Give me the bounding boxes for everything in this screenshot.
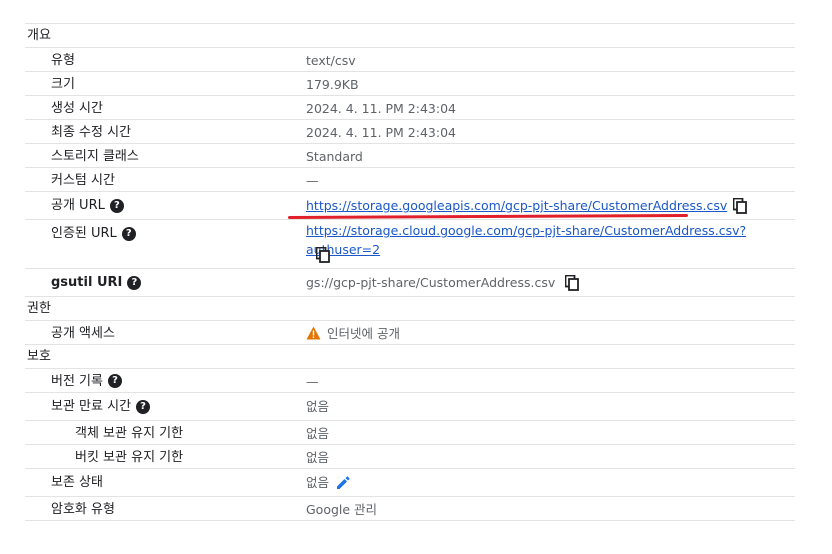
help-circle-icon[interactable]: ? <box>107 374 122 388</box>
row-type: 유형 text/csv <box>25 48 795 72</box>
auth-url-label-wrap: 인증된 URL ? <box>51 220 136 248</box>
help-circle-icon[interactable]: ? <box>109 199 124 213</box>
row-storage-class: 스토리지 클래스 Standard <box>25 144 795 168</box>
object-retention-label: 객체 보관 유지 기한 <box>75 425 184 441</box>
row-custom-time: 커스텀 시간 — <box>25 168 795 192</box>
row-gsutil: gsutil URI ? gs://gcp-pjt-share/Customer… <box>25 269 795 297</box>
modified-value: 2024. 4. 11. PM 2:43:04 <box>306 124 456 140</box>
help-circle-icon[interactable]: ? <box>127 276 142 290</box>
public-access-value-wrap: 인터넷에 공개 <box>306 321 400 345</box>
retention-label: 보관 만료 시간 <box>51 399 132 414</box>
auth-url-value-wrap: https://storage.cloud.google.com/gcp-pjt… <box>306 222 795 260</box>
row-public-access: 공개 액세스 인터넷에 공개 <box>25 321 795 345</box>
copy-icon[interactable] <box>316 247 330 263</box>
created-label: 생성 시간 <box>51 100 103 116</box>
storage-class-label: 스토리지 클래스 <box>51 148 139 164</box>
help-circle-icon[interactable]: ? <box>136 400 151 414</box>
gsutil-value-wrap: gs://gcp-pjt-share/CustomerAddress.csv <box>306 269 580 297</box>
row-auth-url: 인증된 URL ? https://storage.cloud.google.c… <box>25 220 795 269</box>
type-label: 유형 <box>51 52 75 68</box>
section-overview: 개요 <box>25 24 795 48</box>
public-url-label: 공개 URL <box>51 198 105 213</box>
public-access-label: 공개 액세스 <box>51 325 115 341</box>
row-object-retention: 객체 보관 유지 기한 없음 <box>25 421 795 445</box>
size-value: 179.9KB <box>306 76 359 92</box>
custom-time-value: — <box>306 172 319 188</box>
row-modified: 최종 수정 시간 2024. 4. 11. PM 2:43:04 <box>25 120 795 144</box>
row-hold: 보존 상태 없음 <box>25 469 795 497</box>
public-url-label-wrap: 공개 URL ? <box>51 192 124 220</box>
gsutil-label: gsutil URI <box>51 275 123 290</box>
hold-value: 없음 <box>306 475 330 490</box>
row-size: 크기 179.9KB <box>25 72 795 96</box>
version-history-label: 버전 기록 <box>51 373 103 389</box>
encryption-value: Google 관리 <box>306 501 378 517</box>
bucket-retention-label: 버킷 보관 유지 기한 <box>75 449 184 465</box>
retention-value: 없음 <box>306 399 330 414</box>
gsutil-value: gs://gcp-pjt-share/CustomerAddress.csv <box>306 275 556 290</box>
gsutil-label-wrap: gsutil URI ? <box>51 269 142 297</box>
row-retention: 보관 만료 시간 ? 없음 <box>25 393 795 421</box>
pencil-icon[interactable] <box>335 475 351 491</box>
created-value: 2024. 4. 11. PM 2:43:04 <box>306 100 456 116</box>
custom-time-label: 커스텀 시간 <box>51 172 115 188</box>
bucket-retention-value: 없음 <box>306 449 330 465</box>
modified-label: 최종 수정 시간 <box>51 124 132 140</box>
encryption-label: 암호화 유형 <box>51 501 115 517</box>
public-access-value: 인터넷에 공개 <box>327 325 400 341</box>
object-retention-value: 없음 <box>306 425 330 441</box>
auth-url-label: 인증된 URL <box>51 226 117 241</box>
row-bucket-retention: 버킷 보관 유지 기한 없음 <box>25 445 795 469</box>
warning-triangle-icon <box>306 326 321 340</box>
hold-value-wrap: 없음 <box>306 469 351 497</box>
help-circle-icon[interactable]: ? <box>121 227 136 241</box>
section-protection: 보호 <box>25 345 795 369</box>
retention-label-wrap: 보관 만료 시간 ? <box>51 393 151 421</box>
auth-url-link[interactable]: https://storage.cloud.google.com/gcp-pjt… <box>306 223 746 257</box>
copy-icon[interactable] <box>733 198 748 214</box>
version-history-value: — <box>306 373 319 389</box>
row-version-history: 버전 기록 ? — <box>25 369 795 393</box>
hold-label: 보존 상태 <box>51 475 103 490</box>
section-permissions: 권한 <box>25 297 795 321</box>
storage-class-value: Standard <box>306 148 363 164</box>
size-label: 크기 <box>51 76 75 92</box>
version-history-label-wrap: 버전 기록 ? <box>51 369 122 393</box>
row-encryption: 암호화 유형 Google 관리 <box>25 497 795 521</box>
row-created: 생성 시간 2024. 4. 11. PM 2:43:04 <box>25 96 795 120</box>
copy-icon[interactable] <box>565 275 580 291</box>
object-details-table: 개요 유형 text/csv 크기 179.9KB 생성 시간 2024. 4.… <box>25 23 795 521</box>
type-value: text/csv <box>306 52 356 68</box>
